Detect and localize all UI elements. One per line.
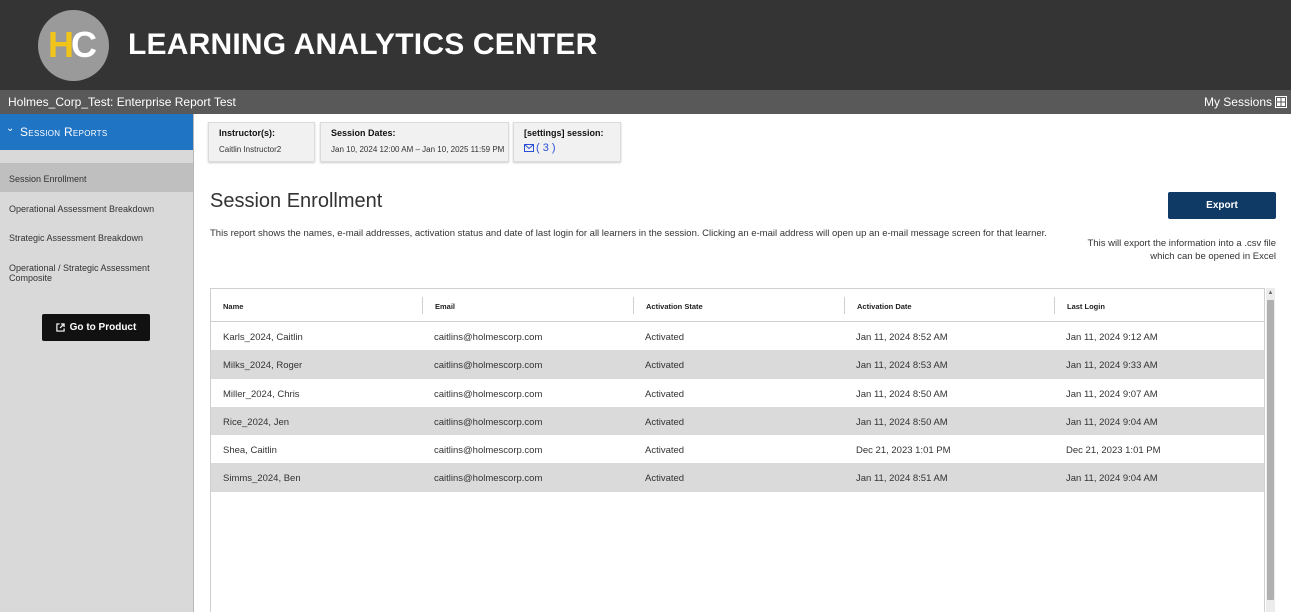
mail-icon bbox=[524, 144, 534, 152]
page-description: This report shows the names, e-mail addr… bbox=[210, 228, 1047, 239]
logo-letter-c: C bbox=[71, 24, 97, 65]
column-header-activation-date[interactable]: Activation Date bbox=[844, 297, 912, 314]
chevron-down-icon: ⌄ bbox=[6, 123, 15, 134]
external-link-icon bbox=[55, 323, 65, 332]
export-button[interactable]: Export bbox=[1168, 192, 1276, 219]
instructors-card: Instructor(s): Caitlin Instructor2 bbox=[208, 122, 315, 162]
hc-logo: H C bbox=[38, 10, 109, 81]
cell-activation-date: Dec 21, 2023 1:01 PM bbox=[856, 445, 951, 457]
cell-name: Shea, Caitlin bbox=[223, 445, 277, 457]
table-header: Name Email Activation State Activation D… bbox=[211, 289, 1264, 322]
session-dates-card: Session Dates: Jan 10, 2024 12:00 AM – J… bbox=[320, 122, 509, 162]
breadcrumb: Holmes_Corp_Test: Enterprise Report Test bbox=[8, 95, 236, 109]
enrollment-table: Name Email Activation State Activation D… bbox=[210, 288, 1265, 612]
export-note: This will export the information into a … bbox=[1076, 237, 1277, 263]
scroll-up-arrow-icon[interactable]: ▲ bbox=[1266, 288, 1275, 298]
cell-activation-state: Activated bbox=[645, 473, 685, 485]
cell-email-link[interactable]: caitlins@holmescorp.com bbox=[422, 350, 542, 371]
instructors-title: Instructor(s): bbox=[219, 128, 275, 138]
sidebar-item-session-enrollment[interactable]: Session Enrollment bbox=[0, 163, 193, 192]
cell-last-login: Jan 11, 2024 9:07 AM bbox=[1066, 388, 1158, 400]
table-row: Rice_2024, Jen caitlins@holmescorp.com A… bbox=[211, 406, 1264, 436]
go-to-product-button[interactable]: Go to Product bbox=[42, 314, 150, 341]
go-to-product-label: Go to Product bbox=[69, 322, 137, 333]
column-header-name[interactable]: Name bbox=[211, 289, 243, 322]
instructors-value: Caitlin Instructor2 bbox=[219, 145, 282, 154]
cell-activation-date: Jan 11, 2024 8:50 AM bbox=[856, 388, 948, 400]
cell-name: Rice_2024, Jen bbox=[223, 416, 290, 428]
app-header: H C LEARNING ANALYTICS CENTER bbox=[0, 0, 1291, 90]
cell-last-login: Jan 11, 2024 9:33 AM bbox=[1066, 360, 1158, 372]
table-row: Milks_2024, Roger caitlins@holmescorp.co… bbox=[211, 350, 1264, 379]
my-sessions-link[interactable]: My Sessions bbox=[1204, 95, 1287, 109]
cell-last-login: Jan 11, 2024 9:04 AM bbox=[1066, 416, 1158, 428]
cell-activation-date: Jan 11, 2024 8:50 AM bbox=[856, 416, 948, 428]
table-row: Miller_2024, Chris caitlins@holmescorp.c… bbox=[211, 379, 1264, 407]
cell-activation-date: Jan 11, 2024 8:53 AM bbox=[856, 360, 948, 372]
cell-email-link[interactable]: caitlins@holmescorp.com bbox=[422, 463, 542, 484]
email-session-count: ( 3 ) bbox=[536, 142, 556, 154]
cell-email-link[interactable]: caitlins@holmescorp.com bbox=[422, 379, 542, 400]
export-note-line-1: This will export the information into a … bbox=[1087, 238, 1277, 249]
cell-last-login: Dec 21, 2023 1:01 PM bbox=[1066, 445, 1161, 457]
cell-activation-date: Jan 11, 2024 8:51 AM bbox=[856, 473, 948, 485]
cell-name: Milks_2024, Roger bbox=[223, 360, 303, 372]
cell-last-login: Jan 11, 2024 9:12 AM bbox=[1066, 332, 1158, 343]
session-bar: Holmes_Corp_Test: Enterprise Report Test… bbox=[0, 90, 1291, 114]
email-session-link[interactable]: ( 3 ) bbox=[524, 142, 620, 154]
table-row: Karls_2024, Caitlin caitlins@holmescorp.… bbox=[211, 322, 1264, 350]
sidebar-item-composite[interactable]: Operational / Strategic Assessment Compo… bbox=[0, 252, 193, 283]
column-header-activation-state[interactable]: Activation State bbox=[633, 297, 703, 314]
sidebar-section-title: Session Reports bbox=[20, 125, 108, 139]
export-note-line-2: which can be opened in Excel bbox=[1150, 251, 1276, 262]
session-reports-toggle[interactable]: ⌄ Session Reports bbox=[0, 114, 193, 150]
session-dates-title: Session Dates: bbox=[331, 128, 396, 138]
cell-activation-state: Activated bbox=[645, 332, 685, 343]
cell-email-link[interactable]: caitlins@holmescorp.com bbox=[422, 435, 542, 456]
settings-session-title: [settings] session: bbox=[524, 128, 604, 138]
cell-activation-state: Activated bbox=[645, 388, 685, 400]
cell-name: Karls_2024, Caitlin bbox=[223, 332, 303, 343]
settings-session-card: [settings] session: ( 3 ) bbox=[513, 122, 621, 162]
sidebar: ⌄ Session Reports Session Enrollment Ope… bbox=[0, 114, 194, 612]
sidebar-item-operational-assessment[interactable]: Operational Assessment Breakdown bbox=[0, 193, 193, 222]
app-title: LEARNING ANALYTICS CENTER bbox=[128, 28, 598, 61]
cell-activation-state: Activated bbox=[645, 360, 685, 372]
column-header-last-login[interactable]: Last Login bbox=[1054, 297, 1105, 314]
cell-name: Simms_2024, Ben bbox=[223, 473, 301, 485]
column-header-email[interactable]: Email bbox=[422, 297, 455, 314]
cell-activation-date: Jan 11, 2024 8:52 AM bbox=[856, 332, 948, 343]
table-scrollbar[interactable]: ▲ bbox=[1266, 288, 1275, 612]
scrollbar-thumb[interactable] bbox=[1267, 300, 1274, 600]
table-row: Shea, Caitlin caitlins@holmescorp.com Ac… bbox=[211, 435, 1264, 463]
cell-activation-state: Activated bbox=[645, 445, 685, 457]
sidebar-item-strategic-assessment[interactable]: Strategic Assessment Breakdown bbox=[0, 222, 193, 251]
page-title: Session Enrollment bbox=[210, 190, 383, 212]
session-dates-value: Jan 10, 2024 12:00 AM – Jan 10, 2025 11:… bbox=[331, 145, 505, 154]
logo-letter-h: H bbox=[48, 24, 74, 65]
cell-activation-state: Activated bbox=[645, 416, 685, 428]
my-sessions-label: My Sessions bbox=[1203, 95, 1272, 109]
cell-email-link[interactable]: caitlins@holmescorp.com bbox=[422, 407, 542, 428]
cell-name: Miller_2024, Chris bbox=[223, 388, 300, 400]
grid-icon bbox=[1275, 96, 1287, 108]
cell-email-link[interactable]: caitlins@holmescorp.com bbox=[422, 322, 542, 343]
table-row: Simms_2024, Ben caitlins@holmescorp.com … bbox=[211, 463, 1264, 492]
cell-last-login: Jan 11, 2024 9:04 AM bbox=[1066, 473, 1158, 485]
